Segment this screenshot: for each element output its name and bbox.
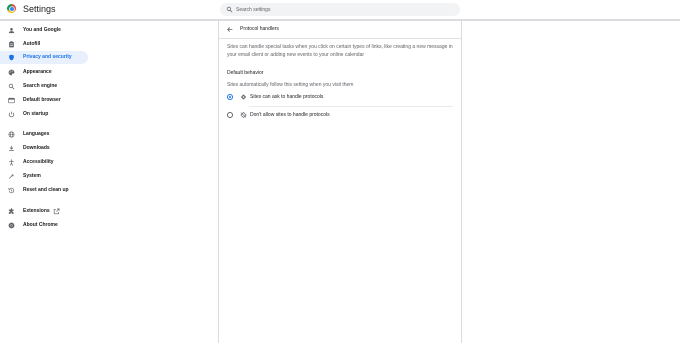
option-label: Don't allow sites to handle protocols (250, 111, 330, 118)
page-title: Protocol handlers (240, 26, 279, 32)
search-icon (8, 83, 15, 90)
option-divider (249, 106, 453, 107)
radio-allow-protocols[interactable] (227, 94, 233, 100)
power-icon (8, 111, 15, 118)
sidebar-item-you-and-google[interactable]: You and Google (0, 24, 88, 37)
sidebar-item-search-engine[interactable]: Search engine (0, 80, 88, 93)
chrome-logo-icon (7, 4, 16, 13)
wrench-icon (8, 173, 15, 179)
search-icon (226, 6, 233, 13)
clipboard-icon (9, 41, 14, 48)
sidebar: You and Google Autofill Privacy and secu… (0, 21, 100, 343)
sidebar-item-label: Privacy and security (23, 54, 72, 60)
sidebar-item-label: Search engine (23, 83, 58, 89)
sidebar-item-label: You and Google (23, 27, 61, 33)
sidebar-item-about-chrome[interactable]: About Chrome (0, 219, 88, 232)
shield-icon (9, 54, 14, 61)
sidebar-item-label: About Chrome (23, 222, 58, 228)
sidebar-item-label: Autofill (23, 41, 41, 47)
settings-panel: Protocol handlers Sites can handle speci… (218, 21, 462, 343)
person-icon (8, 28, 15, 34)
option-label: Sites can ask to handle protocols (250, 93, 324, 100)
protocol-handler-off-icon (240, 112, 247, 118)
sidebar-item-label: Appearance (23, 69, 52, 75)
sidebar-item-autofill[interactable]: Autofill (0, 38, 88, 51)
sidebar-item-reset-and-clean-up[interactable]: Reset and clean up (0, 184, 88, 197)
option-allow-protocols[interactable]: Sites can ask to handle protocols (223, 91, 455, 103)
section-title: Default behavior (227, 70, 264, 76)
chrome-icon (8, 222, 15, 229)
app-title: Settings (23, 4, 56, 14)
sidebar-item-on-startup[interactable]: On startup (0, 108, 88, 121)
sidebar-item-label: Accessibility (23, 159, 54, 165)
radio-block-protocols[interactable] (227, 112, 233, 118)
sidebar-item-label: On startup (23, 111, 49, 117)
download-icon (9, 145, 14, 151)
globe-icon (8, 131, 15, 138)
sidebar-item-extensions[interactable]: Extensions (0, 205, 88, 218)
sidebar-item-downloads[interactable]: Downloads (0, 142, 88, 155)
accessibility-icon (9, 159, 14, 166)
option-block-protocols[interactable]: Don't allow sites to handle protocols (223, 109, 455, 121)
sidebar-item-label: System (23, 173, 41, 179)
sidebar-item-appearance[interactable]: Appearance (0, 66, 88, 79)
sidebar-item-privacy-and-security[interactable]: Privacy and security (0, 51, 88, 64)
section-subtitle: Sites automatically follow this setting … (227, 82, 354, 88)
sidebar-item-label: Reset and clean up (23, 187, 69, 193)
protocol-handler-icon (240, 94, 247, 100)
sidebar-item-label: Default browser (23, 97, 61, 103)
search-box[interactable] (220, 3, 460, 16)
search-input[interactable] (236, 3, 456, 16)
sidebar-item-label: Downloads (23, 145, 50, 151)
page-description: Sites can handle special tasks when you … (227, 44, 453, 58)
browser-icon (8, 97, 15, 104)
sidebar-item-languages[interactable]: Languages (0, 128, 88, 141)
title-divider (219, 38, 461, 39)
sidebar-item-label: Languages (23, 131, 50, 137)
history-icon (8, 187, 15, 194)
sidebar-item-system[interactable]: System (0, 170, 88, 183)
toolbar: Settings (0, 0, 680, 19)
sidebar-item-default-browser[interactable]: Default browser (0, 94, 88, 107)
puzzle-icon (8, 208, 14, 214)
palette-icon (8, 69, 15, 76)
sidebar-item-accessibility[interactable]: Accessibility (0, 156, 88, 169)
back-arrow-icon[interactable] (226, 26, 234, 33)
sidebar-item-label: Extensions (23, 208, 50, 214)
open-in-new-icon (53, 208, 60, 215)
